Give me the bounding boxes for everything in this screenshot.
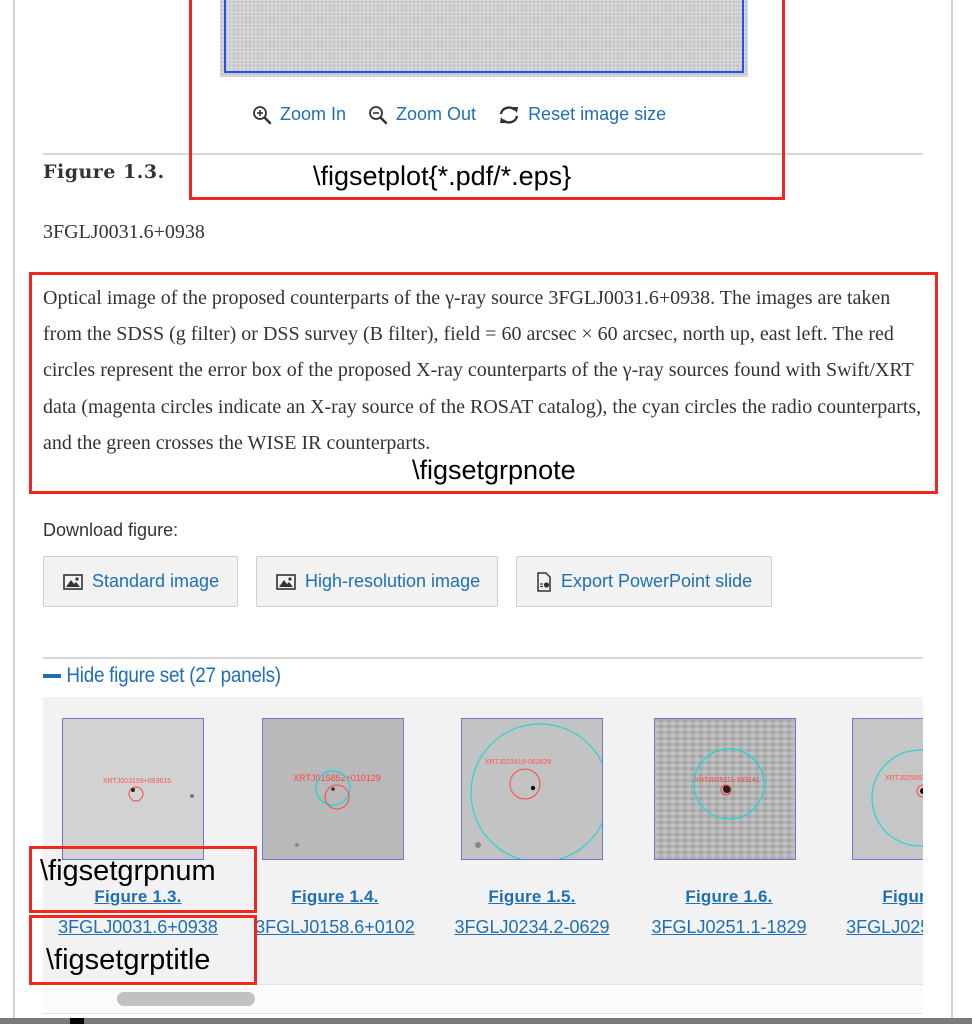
divider xyxy=(43,657,923,659)
thumbnail-sky-image: XRTJ015852+010129 xyxy=(293,770,381,847)
thumbnail-sky-image: XRTJ023410-062829 xyxy=(470,723,602,859)
standard-image-button[interactable]: Standard image xyxy=(43,556,238,607)
minus-icon xyxy=(43,674,61,678)
window-bottom-edge xyxy=(0,1018,972,1024)
image-icon xyxy=(63,573,83,590)
annotation-label-figsetplot: \figsetplot{*.pdf/*.eps} xyxy=(313,161,572,191)
thumbnail-sky-image: XRTJ003159+093615 xyxy=(103,778,194,802)
panel-title-link[interactable]: 3FGLJ0234.2-0629 xyxy=(437,917,627,938)
export-powerpoint-label: Export PowerPoint slide xyxy=(561,571,753,591)
source-label: XRTJ025857 xyxy=(885,775,923,782)
panel-thumbnail[interactable]: XRTJ023410-062829 xyxy=(461,718,603,860)
image-icon xyxy=(276,573,296,590)
annotation-label-figsetgrpnum: \figsetgrpnum xyxy=(40,855,216,887)
panel-thumbnail[interactable]: XRTJ025111-183141 xyxy=(654,718,796,860)
panel-title-link[interactable]: 3FGLJ0258.9+0552 xyxy=(831,917,923,938)
content-border-right xyxy=(951,0,953,1018)
carousel-scroll-thumb[interactable] xyxy=(117,992,255,1006)
carousel-scrollbar[interactable] xyxy=(43,984,923,1014)
panel-title-link[interactable]: 3FGLJ0158.6+0102 xyxy=(240,917,430,938)
panel-figure-number-link[interactable]: Figure 1.7. xyxy=(831,887,923,907)
panel-thumbnail[interactable]: XRTJ003159+093615 xyxy=(62,718,204,860)
panel-figure-number-link[interactable]: Figure 1.6. xyxy=(634,887,824,907)
panel-thumbnail[interactable]: XRTJ015852+010129 xyxy=(262,718,404,860)
hide-figure-set-toggle[interactable]: Hide figure set (27 panels) xyxy=(43,664,281,688)
thumbnail-sky-image: XRTJ025857 xyxy=(871,749,923,847)
high-resolution-image-label: High-resolution image xyxy=(305,571,481,591)
standard-image-label: Standard image xyxy=(92,571,220,591)
source-label: XRTJ023410-062829 xyxy=(485,759,552,766)
annotation-label-figsetgrpnote: \figsetgrpnote xyxy=(412,455,576,485)
figure-title: 3FGLJ0031.6+0938 xyxy=(43,221,205,243)
figure-label: Figure 1.3. xyxy=(43,161,165,183)
export-powerpoint-button[interactable]: Export PowerPoint slide xyxy=(516,556,772,607)
source-label: XRTJ015852+010129 xyxy=(293,773,381,783)
thumbnail-sky-image: XRTJ025111-183141 xyxy=(693,748,765,820)
powerpoint-icon xyxy=(536,571,552,592)
hide-figure-set-label: Hide figure set (27 panels) xyxy=(66,664,281,687)
panel-figure-number-link[interactable]: Figure 1.5. xyxy=(437,887,627,907)
annotation-label-figsetgrptitle: \figsetgrptitle xyxy=(46,944,211,976)
source-label: XRTJ025111-183141 xyxy=(694,777,759,784)
panel-thumbnail[interactable]: XRTJ025857 xyxy=(852,718,923,860)
content-border-left xyxy=(13,0,15,1018)
panel-title-link[interactable]: 3FGLJ0251.1-1829 xyxy=(634,917,824,938)
download-figure-label: Download figure: xyxy=(43,520,179,540)
high-resolution-image-button[interactable]: High-resolution image xyxy=(256,556,498,607)
source-label: XRTJ003159+093615 xyxy=(103,778,171,785)
panel-figure-number-link[interactable]: Figure 1.4. xyxy=(240,887,430,907)
bottom-edge-marker xyxy=(70,1018,84,1024)
